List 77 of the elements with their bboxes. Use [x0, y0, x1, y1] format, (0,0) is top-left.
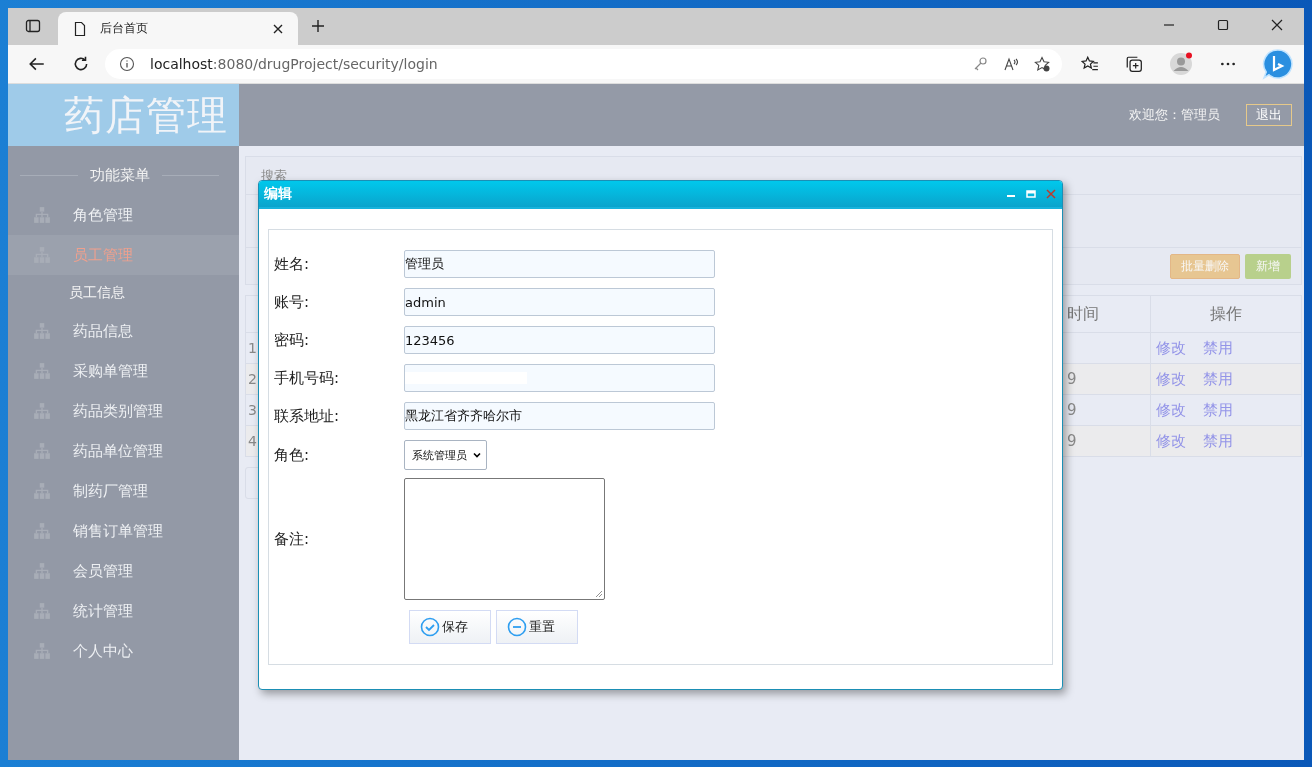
edit-link[interactable]: 修改 [1156, 431, 1186, 450]
edit-link[interactable]: 修改 [1156, 338, 1186, 357]
disable-link[interactable]: 禁用 [1203, 369, 1233, 388]
welcome-text: 欢迎您：管理员 [1129, 106, 1220, 124]
new-tab-icon[interactable] [310, 18, 326, 34]
field-value: admin [405, 294, 446, 310]
resize-grip-icon[interactable] [595, 590, 603, 598]
sidebar-item[interactable]: 统计管理 [8, 591, 239, 631]
chat-bubble-icon[interactable] [1262, 48, 1294, 80]
submenu-item[interactable]: 员工信息 [8, 275, 239, 311]
table-cell: 9 [1067, 370, 1077, 388]
sidebar-item[interactable]: 药品单位管理 [8, 431, 239, 471]
back-icon[interactable] [28, 55, 46, 73]
sidebar-item[interactable]: 角色管理 [8, 195, 239, 235]
info-icon [119, 56, 135, 72]
app-logo-text: 药店管理 [64, 90, 228, 140]
sidebar-item[interactable]: 会员管理 [8, 551, 239, 591]
profile-avatar-icon[interactable] [1169, 52, 1193, 76]
field-label: 备注: [274, 529, 311, 549]
field-value: 管理员 [405, 255, 444, 273]
edit-link[interactable]: 修改 [1156, 400, 1186, 419]
field-label: 密码: [274, 330, 311, 350]
field-label: 账号: [274, 292, 311, 312]
table-cell: 2 [248, 371, 257, 387]
read-aloud-icon[interactable] [1003, 56, 1019, 72]
browser-tab[interactable]: 后台首页 [58, 12, 298, 45]
field-label: 姓名: [274, 254, 311, 274]
tab-title: 后台首页 [100, 20, 149, 37]
logout-button[interactable]: 退出 [1246, 104, 1292, 126]
dialog-title: 编辑 [264, 185, 292, 203]
edit-link[interactable]: 修改 [1156, 369, 1186, 388]
disable-link[interactable]: 禁用 [1203, 338, 1233, 357]
field-label: 角色: [274, 445, 311, 465]
collections-icon[interactable] [1125, 55, 1143, 73]
tab-actions-icon[interactable] [25, 18, 41, 34]
refresh-icon[interactable] [72, 55, 90, 73]
notes-textarea[interactable] [404, 478, 605, 600]
menu-title: 功能菜单 [89, 166, 150, 185]
star-add-icon[interactable] [1034, 56, 1050, 72]
maximize-icon[interactable] [1215, 17, 1231, 33]
add-button[interactable]: 新增 [1245, 253, 1291, 279]
table-cell: 9 [1067, 401, 1077, 419]
field-label: 手机号码: [274, 368, 341, 388]
input-field[interactable]: 管理员 [404, 250, 715, 278]
role-dropdown[interactable]: 系统管理员 [404, 440, 487, 470]
input-field[interactable]: admin [404, 288, 715, 316]
input-field[interactable]: 黑龙江省齐齐哈尔市 [404, 402, 715, 430]
save-button[interactable]: 保存 [409, 610, 491, 644]
input-field[interactable]: 123456 [404, 326, 715, 354]
table-cell: 4 [248, 433, 257, 449]
sidebar-item[interactable]: 个人中心 [8, 631, 239, 671]
page-icon [72, 20, 88, 37]
close-icon[interactable] [1269, 17, 1285, 33]
minus-circle-icon [507, 617, 527, 637]
chevron-down-icon [472, 450, 482, 460]
favorites-icon[interactable] [1081, 55, 1099, 73]
table-cell: 1 [248, 340, 257, 356]
field-label: 联系地址: [274, 406, 341, 426]
check-circle-icon [420, 617, 440, 637]
key-icon[interactable] [972, 56, 988, 72]
sidebar-item[interactable]: 制药厂管理 [8, 471, 239, 511]
batch-delete-button[interactable]: 批量删除 [1170, 253, 1240, 279]
disable-link[interactable]: 禁用 [1203, 400, 1233, 419]
sidebar-item[interactable]: 药品类别管理 [8, 391, 239, 431]
field-value: 黑龙江省齐齐哈尔市 [405, 407, 522, 425]
sidebar-item[interactable]: 采购单管理 [8, 351, 239, 391]
input-field[interactable] [404, 364, 715, 392]
disable-link[interactable]: 禁用 [1203, 431, 1233, 450]
table-cell: 9 [1067, 432, 1077, 450]
address-bar[interactable]: localhost:8080/drugProject/security/login [105, 49, 1062, 79]
field-value: 123456 [405, 332, 455, 348]
table-cell: 3 [248, 402, 257, 418]
url-text: localhost:8080/drugProject/security/login [150, 56, 438, 72]
sidebar-item[interactable]: 药品信息 [8, 311, 239, 351]
reset-button[interactable]: 重置 [496, 610, 578, 644]
sidebar-item[interactable]: 销售订单管理 [8, 511, 239, 551]
column-header: 操作 [1150, 295, 1302, 333]
